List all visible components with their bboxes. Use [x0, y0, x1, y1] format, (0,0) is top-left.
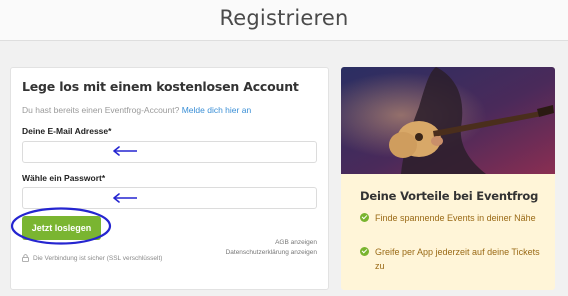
privacy-link[interactable]: Datenschutzerklärung anzeigen: [226, 249, 317, 256]
top-bar: Registrieren: [0, 0, 568, 41]
benefit-item: Greife per App jederzeit auf deine Ticke…: [360, 245, 550, 273]
benefit-text: Finde spannende Events in deiner Nähe: [375, 213, 536, 223]
check-circle-icon: [360, 213, 369, 222]
check-circle-icon: [360, 247, 369, 256]
page-title: Registrieren: [219, 6, 349, 30]
password-label: Wähle ein Passwort*: [22, 173, 106, 183]
agb-link[interactable]: AGB anzeigen: [275, 239, 317, 246]
form-heading: Lege los mit einem kostenlosen Account: [22, 79, 299, 94]
login-prompt-line: Du hast bereits einen Eventfrog-Account?…: [22, 105, 251, 115]
legal-links: AGB anzeigen Datenschutzerklärung anzeig…: [226, 238, 317, 258]
email-field[interactable]: [22, 141, 317, 163]
login-link[interactable]: Melde dich hier an: [182, 105, 251, 115]
benefit-text: Greife per App jederzeit auf deine Ticke…: [375, 247, 540, 271]
lock-icon: [22, 254, 29, 262]
login-prompt-text: Du hast bereits einen Eventfrog-Account?: [22, 105, 180, 115]
secure-connection-note: Die Verbindung ist sicher (SSL verschlüs…: [22, 254, 162, 262]
email-label: Deine E-Mail Adresse*: [22, 126, 112, 136]
submit-button[interactable]: Jetzt loslegen: [22, 216, 101, 240]
benefits-title: Deine Vorteile bei Eventfrog: [360, 189, 539, 203]
guitar-player-image: [341, 67, 555, 174]
benefit-item: Finde spannende Events in deiner Nähe: [360, 211, 550, 225]
registration-form-card: Lege los mit einem kostenlosen Account D…: [10, 67, 329, 290]
password-field[interactable]: [22, 187, 317, 209]
benefits-card: Deine Vorteile bei Eventfrog Finde spann…: [341, 67, 555, 290]
secure-note-text: Die Verbindung ist sicher (SSL verschlüs…: [33, 254, 163, 262]
